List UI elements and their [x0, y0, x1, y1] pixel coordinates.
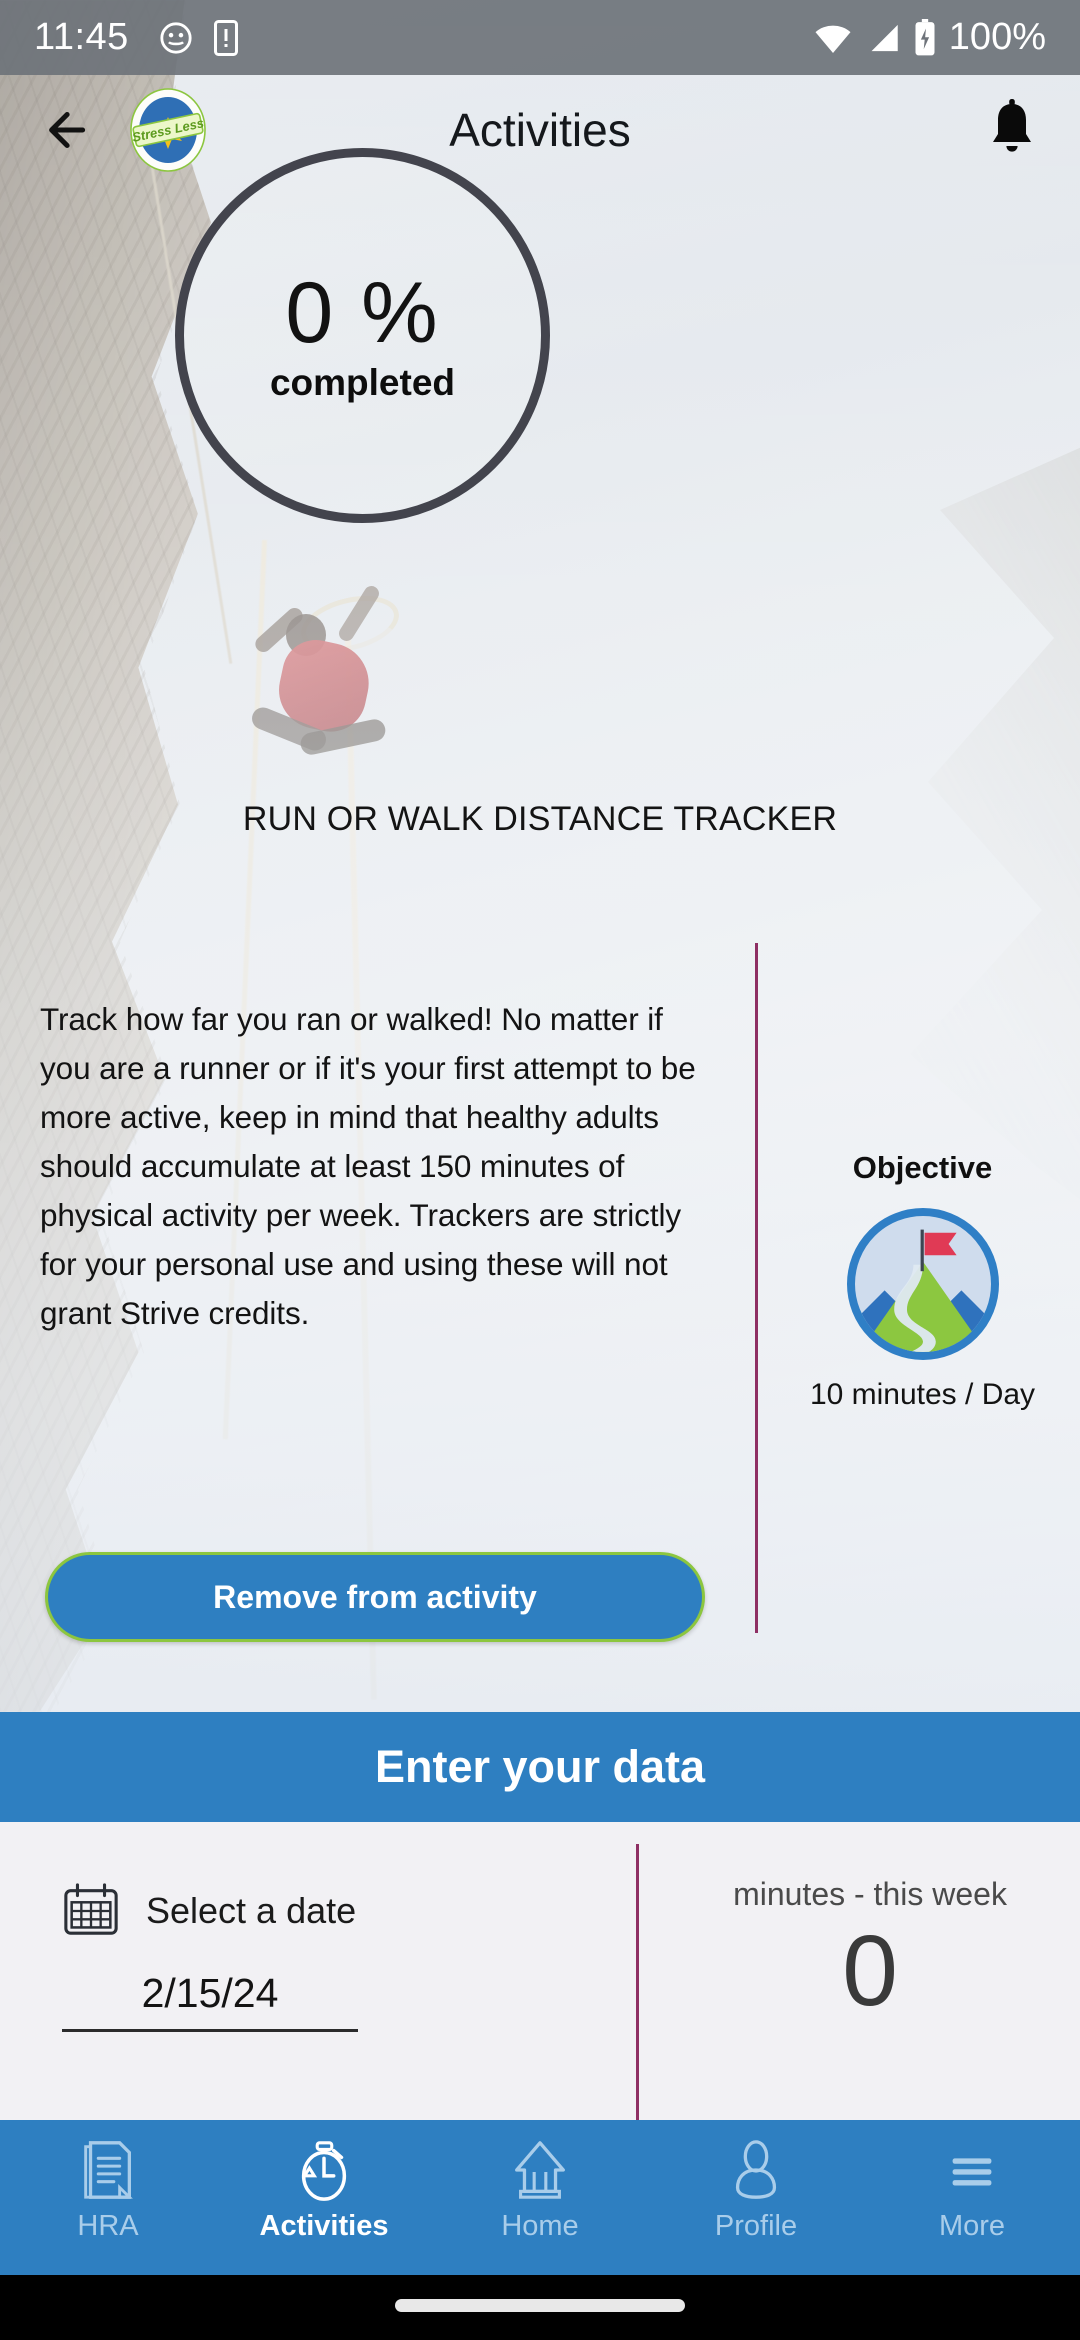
hamburger-icon [939, 2136, 1005, 2204]
select-date-label: Select a date [146, 1890, 357, 1931]
nav-item-home[interactable]: Home [432, 2120, 648, 2243]
signal-icon [871, 24, 898, 51]
data-entry-section: Select a date 2/15/24 minutes - this wee… [0, 1822, 1080, 2120]
status-time: 11:45 [34, 16, 129, 58]
battery-percent: 100% [948, 16, 1046, 58]
face-icon [160, 21, 192, 54]
status-left-icons [159, 19, 239, 56]
progress-percent: 0 % [285, 265, 440, 361]
back-arrow-icon[interactable] [40, 99, 102, 161]
stopwatch-icon [291, 2136, 357, 2204]
weekly-summary-value: 0 [842, 1915, 898, 2027]
objective-title: Objective [852, 1150, 993, 1185]
nav-label-more: More [938, 2210, 1006, 2242]
nav-item-hra[interactable]: HRA [0, 2120, 216, 2243]
gesture-pill[interactable] [395, 2299, 685, 2312]
data-vertical-divider [636, 1844, 639, 2120]
tracker-title: RUN OR WALK DISTANCE TRACKER [242, 800, 838, 838]
nav-label-hra: HRA [77, 2210, 139, 2242]
weekly-summary-label: minutes - this week [733, 1876, 1007, 1912]
remove-button-label: Remove from activity [213, 1578, 537, 1615]
system-gesture-bar [0, 2275, 1080, 2340]
nav-label-profile: Profile [714, 2210, 798, 2242]
date-picker-block[interactable]: Select a date 2/15/24 [0, 1822, 636, 2120]
progress-ring: 0 % completed [175, 148, 550, 523]
calendar-icon[interactable] [62, 1882, 120, 1940]
status-right-icons: 100% [813, 16, 1046, 59]
person-icon [723, 2136, 789, 2204]
progress-caption: completed [269, 362, 456, 403]
nav-label-home: Home [501, 2210, 579, 2242]
wifi-icon [815, 25, 851, 53]
objective-value: 10 minutes / Day [809, 1378, 1036, 1411]
nav-item-profile[interactable]: Profile [648, 2120, 864, 2243]
progress-ring-text: 0 % completed [175, 148, 550, 523]
date-input[interactable]: 2/15/24 [62, 1970, 358, 2032]
weekly-summary-block: minutes - this week 0 [660, 1822, 1080, 2120]
nav-item-activities[interactable]: Activities [216, 2120, 432, 2243]
nav-label-activities: Activities [259, 2210, 389, 2242]
tracker-description: Track how far you ran or walked! No matt… [40, 1001, 696, 1331]
app-screen: 11:45 100% Stress Less Activities 0 % co… [0, 0, 1080, 2340]
house-icon [507, 2136, 573, 2204]
enter-your-data-header: Enter your data [0, 1712, 1080, 1822]
enter-data-label: Enter your data [374, 1741, 706, 1792]
bottom-navigation: HRA Activities Home Profile More [0, 2120, 1080, 2275]
battery-charging-icon [915, 18, 935, 55]
remove-from-activity-button[interactable]: Remove from activity [45, 1552, 705, 1642]
sim-card-icon [213, 19, 238, 56]
mountain-flag-goal-icon [843, 1204, 1003, 1364]
nav-item-more[interactable]: More [864, 2120, 1080, 2243]
select-a-date-row[interactable]: Select a date [62, 1882, 356, 1940]
status-bar: 11:45 100% [0, 0, 1080, 75]
document-icon [75, 2136, 141, 2204]
objective-block: Objective 10 minutes / Day [790, 1150, 1055, 1412]
vertical-divider [755, 943, 758, 1633]
notification-bell-icon[interactable] [984, 98, 1040, 162]
